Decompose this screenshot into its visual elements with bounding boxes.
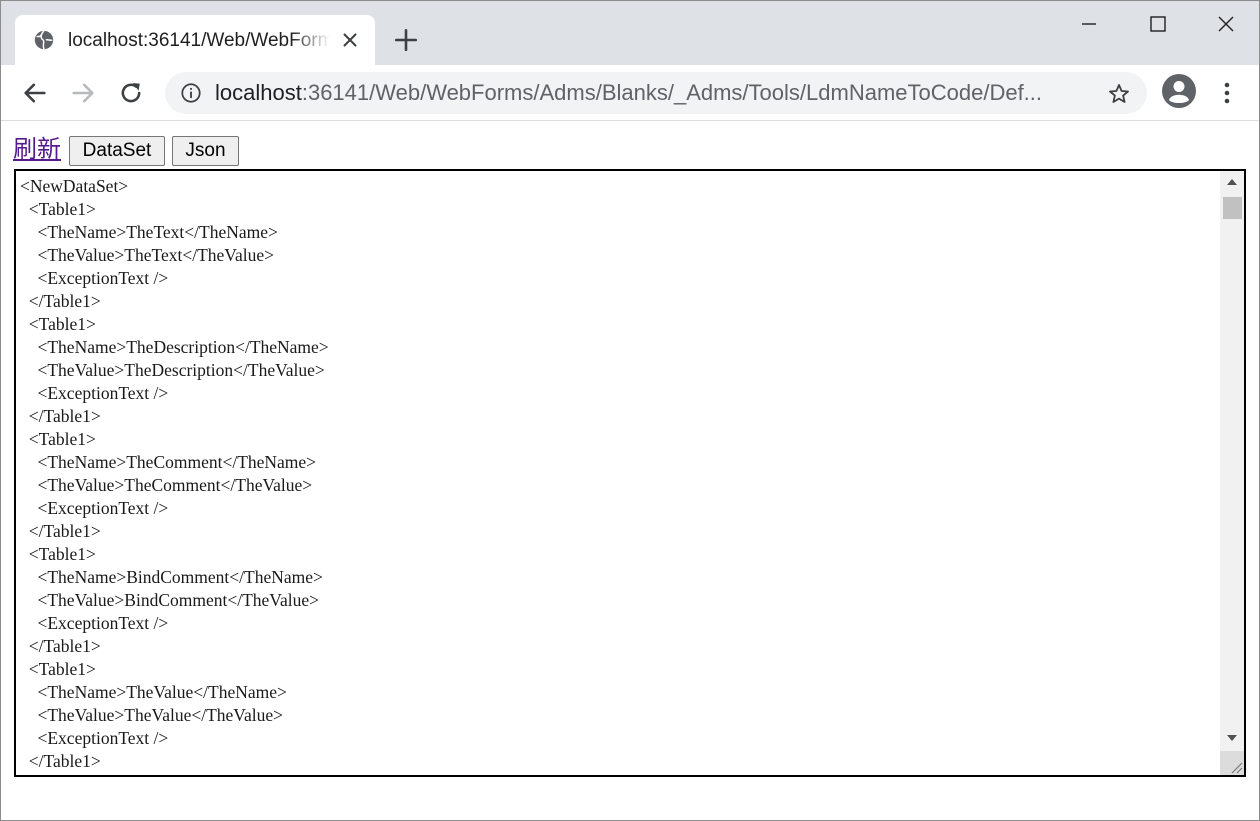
xml-line: <NewDataSet> (20, 176, 129, 196)
close-icon[interactable] (339, 29, 361, 51)
tab-title: localhost:36141/Web/WebForms/Adms/Blanks… (68, 30, 330, 51)
xml-line: <TheValue>TheValue</TheValue> (20, 705, 284, 725)
resize-grip-icon[interactable] (1220, 751, 1244, 775)
new-tab-icon[interactable] (393, 27, 419, 53)
json-button[interactable]: Json (172, 136, 239, 166)
profile-avatar-icon[interactable] (1161, 73, 1197, 109)
xml-line: <Table1> (20, 659, 96, 679)
scrollbar-thumb[interactable] (1223, 197, 1242, 219)
back-arrow-icon[interactable] (21, 79, 49, 107)
page-content: 刷新 DataSet Json <NewDataSet> <Table1> <T… (1, 122, 1259, 820)
browser-toolbar: localhost:36141/Web/WebForms/Adms/Blanks… (1, 65, 1259, 121)
url-host: localhost (215, 80, 302, 105)
forward-arrow-icon[interactable] (69, 79, 97, 107)
xml-line: </Table1> (20, 636, 101, 656)
xml-line: <TheValue>TheDescription</TheValue> (20, 360, 325, 380)
xml-line: <Table1> (20, 314, 96, 334)
xml-line: </Table1> (20, 406, 101, 426)
maximize-icon[interactable] (1143, 9, 1173, 39)
xml-line: </Table1> (20, 291, 101, 311)
globe-icon (34, 30, 54, 50)
xml-line: </Table1> (20, 751, 101, 771)
refresh-link[interactable]: 刷新 (13, 135, 61, 163)
xml-line: <Table1> (20, 544, 96, 564)
xml-line: <TheValue>BindComment</TheValue> (20, 590, 320, 610)
xml-line: <TheValue>TheText</TheValue> (20, 245, 275, 265)
xml-line: <TheName>TheValue</TheName> (20, 682, 287, 702)
xml-output-textarea[interactable]: <NewDataSet> <Table1> <TheName>TheText</… (14, 169, 1246, 777)
xml-line: <Table1> (20, 429, 96, 449)
xml-line: <TheValue>TheComment</TheValue> (20, 475, 313, 495)
xml-line: <ExceptionText /> (20, 728, 169, 748)
scroll-down-arrow-icon[interactable] (1220, 727, 1244, 749)
dataset-button[interactable]: DataSet (69, 136, 165, 166)
xml-line: <Table1> (20, 773, 1216, 775)
address-bar[interactable]: localhost:36141/Web/WebForms/Adms/Blanks… (165, 72, 1147, 114)
kebab-menu-icon[interactable] (1216, 79, 1238, 107)
window-close-icon[interactable] (1211, 9, 1241, 39)
vertical-scrollbar[interactable] (1220, 171, 1244, 775)
xml-line: <ExceptionText /> (20, 268, 169, 288)
browser-window: localhost:36141/Web/WebForms/Adms/Blanks… (0, 0, 1260, 821)
xml-content: <NewDataSet> <Table1> <TheName>TheText</… (20, 175, 1216, 775)
minimize-icon[interactable] (1074, 9, 1104, 39)
browser-tab[interactable]: localhost:36141/Web/WebForms/Adms/Blanks… (15, 15, 375, 65)
bookmark-star-icon[interactable] (1107, 82, 1131, 106)
xml-line: <ExceptionText /> (20, 613, 169, 633)
xml-line: <TheName>TheDescription</TheName> (20, 337, 329, 357)
info-icon[interactable] (180, 82, 202, 104)
url-path: :36141/Web/WebForms/Adms/Blanks/_Adms/To… (301, 80, 1043, 105)
xml-line: <ExceptionText /> (20, 498, 169, 518)
xml-line: <ExceptionText /> (20, 383, 169, 403)
xml-line: </Table1> (20, 521, 101, 541)
xml-line: <TheName>TheText</TheName> (20, 222, 278, 242)
scroll-up-arrow-icon[interactable] (1220, 171, 1244, 193)
xml-line: <Table1> (20, 199, 96, 219)
xml-line: <TheName>BindComment</TheName> (20, 567, 323, 587)
url-text[interactable]: localhost:36141/Web/WebForms/Adms/Blanks… (215, 80, 1085, 106)
tab-strip: localhost:36141/Web/WebForms/Adms/Blanks… (1, 1, 1259, 65)
xml-line: <TheName>TheComment</TheName> (20, 452, 317, 472)
reload-icon[interactable] (117, 79, 145, 107)
